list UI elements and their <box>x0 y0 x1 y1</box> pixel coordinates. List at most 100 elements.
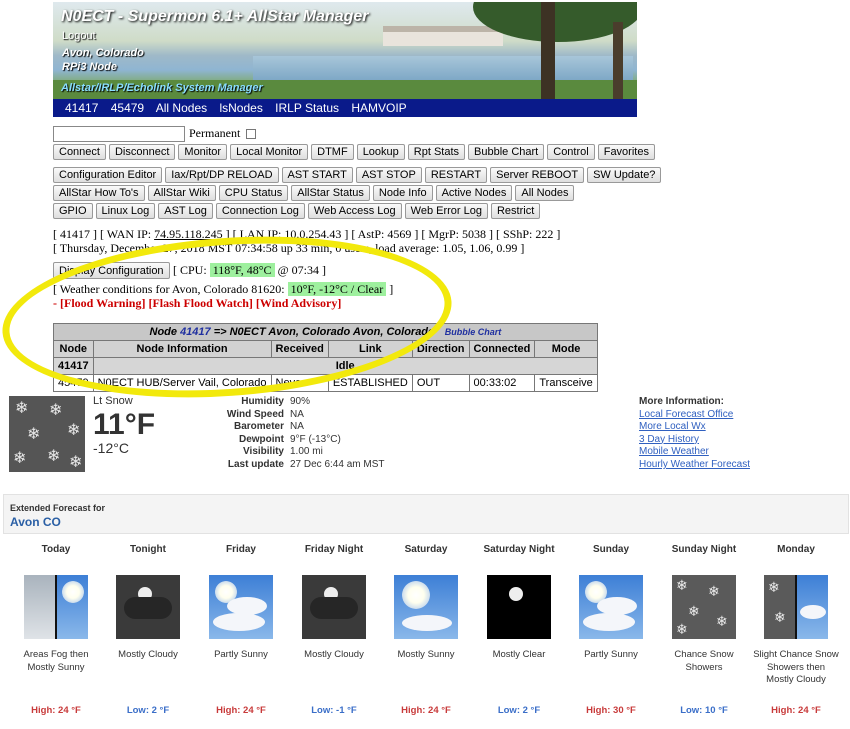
forecast-temperature: High: 24 °F <box>401 705 451 716</box>
node-header-suffix: => N0ECT Avon, Colorado Avon, Colorado <box>210 326 435 338</box>
page-title: N0ECT - Supermon 6.1+ AllStar Manager <box>61 8 369 25</box>
forecast-description: Mostly Sunny <box>397 649 455 660</box>
cpu-label: [ CPU: <box>173 263 210 277</box>
dtmf-button[interactable]: DTMF <box>311 144 354 160</box>
nav-all-nodes[interactable]: All Nodes <box>156 101 207 115</box>
control-button[interactable]: Control <box>547 144 595 160</box>
system-subtitle: Allstar/IRLP/Echolink System Manager <box>61 82 263 94</box>
forecast-description: Partly Sunny <box>214 649 268 660</box>
allstar-status-button[interactable]: AllStar Status <box>291 185 370 201</box>
disconnect-button[interactable]: Disconnect <box>108 144 176 160</box>
forecast-day-name: Saturday <box>404 544 448 555</box>
node-number-input[interactable] <box>53 125 185 142</box>
row-node: 45479 <box>53 374 94 392</box>
visibility-value: 1.00 mi <box>290 446 323 458</box>
forecast-day: Sunday Partly Sunny High: 30 °F <box>567 540 655 716</box>
mobile-weather-link[interactable]: Mobile Weather <box>639 446 750 459</box>
logout-link[interactable]: Logout <box>62 30 96 42</box>
col-node: Node <box>53 340 94 358</box>
forecast-description: Mostly Cloudy <box>304 649 364 660</box>
favorites-button[interactable]: Favorites <box>597 144 655 160</box>
col-mode: Mode <box>534 340 598 358</box>
nav-irlp-status[interactable]: IRLP Status <box>275 101 339 115</box>
3-day-history-link[interactable]: 3 Day History <box>639 434 750 447</box>
all-nodes-button[interactable]: All Nodes <box>515 185 575 201</box>
forecast-temperature: Low: 2 °F <box>126 705 170 716</box>
local-forecast-office-link[interactable]: Local Forecast Office <box>639 409 750 422</box>
forecast-day-name: Sunday Night <box>671 544 737 555</box>
wan-ip-link[interactable]: 74.95.118.245 <box>154 227 223 241</box>
weather-alerts[interactable]: - [Flood Warning] [Flash Flood Watch] [W… <box>53 296 341 311</box>
node-header-link[interactable]: 41417 <box>180 326 211 338</box>
wind-speed-value: NA <box>290 408 304 420</box>
connect-button[interactable]: Connect <box>53 144 106 160</box>
nav-node-41417[interactable]: 41417 <box>65 101 98 115</box>
forecast-day-name: Monday <box>777 544 815 555</box>
sw-update-button[interactable]: SW Update? <box>587 167 662 183</box>
forecast-temperature: Low: 10 °F <box>680 705 728 716</box>
reload-button[interactable]: Iax/Rpt/DP RELOAD <box>165 167 279 183</box>
allstar-wiki-button[interactable]: AllStar Wiki <box>147 185 216 201</box>
web-error-log-button[interactable]: Web Error Log <box>404 203 488 219</box>
node-type-text: RPi3 Node <box>62 61 118 73</box>
forecast-description: Mostly Cloudy <box>118 649 178 660</box>
partly-sunny-icon <box>579 575 643 639</box>
hourly-weather-forecast-link[interactable]: Hourly Weather Forecast <box>639 459 750 472</box>
permanent-checkbox[interactable] <box>246 128 257 139</box>
ast-start-button[interactable]: AST START <box>281 167 353 183</box>
clear-night-icon <box>487 575 551 639</box>
cpu-temp-badge: 118°F, 48°C <box>209 263 275 277</box>
nav-lsnodes[interactable]: lsNodes <box>219 101 262 115</box>
rpt-stats-button[interactable]: Rpt Stats <box>407 144 466 160</box>
extended-forecast-location: Avon CO <box>10 515 61 529</box>
server-reboot-button[interactable]: Server REBOOT <box>490 167 585 183</box>
button-row-2: Configuration Editor Iax/Rpt/DP RELOAD A… <box>53 167 662 183</box>
display-configuration-button[interactable]: Display Configuration <box>53 262 170 279</box>
active-nodes-button[interactable]: Active Nodes <box>435 185 513 201</box>
monitor-button[interactable]: Monitor <box>178 144 228 160</box>
restart-button[interactable]: RESTART <box>424 167 488 183</box>
weather-label: [ Weather conditions for Avon, Colorado … <box>53 282 288 296</box>
last-update-value: 27 Dec 6:44 am MST <box>290 458 385 470</box>
humidity-value: 90% <box>290 396 311 407</box>
current-temp-c: -12°C <box>93 440 129 456</box>
local-monitor-button[interactable]: Local Monitor <box>230 144 309 160</box>
row-received: Never <box>270 374 329 392</box>
forecast-description: Mostly Clear <box>492 649 546 660</box>
forecast-day: Sunday Night ❄ ❄ ❄ ❄ ❄ Chance Snow Showers Low:… <box>660 540 748 716</box>
node-info-button[interactable]: Node Info <box>372 185 433 201</box>
ast-log-button[interactable]: AST Log <box>158 203 213 219</box>
status-rest: ] [ LAN IP: 10.0.254.43 ] [ AstP: 4569 ]… <box>222 227 561 241</box>
forecast-day: Friday Night Mostly Cloudy Low: -1 °F <box>290 540 378 716</box>
ast-stop-button[interactable]: AST STOP <box>355 167 422 183</box>
forecast-description: Areas Fog then Mostly Sunny <box>23 649 89 673</box>
bubble-chart-link[interactable]: Bubble Chart <box>445 327 502 337</box>
forecast-temperature: High: 24 °F <box>31 705 81 716</box>
forecast-day-name: Sunday <box>592 544 630 555</box>
cpu-status-button[interactable]: CPU Status <box>218 185 289 201</box>
connection-log-button[interactable]: Connection Log <box>215 203 305 219</box>
more-information: More Information: Local Forecast Office … <box>639 396 750 472</box>
forecast-description: Partly Sunny <box>584 649 638 660</box>
gpio-button[interactable]: GPIO <box>53 203 93 219</box>
barometer-label: Barometer <box>233 421 284 433</box>
button-row-3: AllStar How To's AllStar Wiki CPU Status… <box>53 185 575 201</box>
restrict-button[interactable]: Restrict <box>490 203 541 219</box>
configuration-editor-button[interactable]: Configuration Editor <box>53 167 163 183</box>
more-local-wx-link[interactable]: More Local Wx <box>639 421 750 434</box>
nav-hamvoip[interactable]: HAMVOIP <box>351 101 406 115</box>
table-row[interactable]: 45479 N0ECT HUB/Server Vail, Colorado Ne… <box>53 374 598 392</box>
bubble-chart-button[interactable]: Bubble Chart <box>468 144 545 160</box>
forecast-temperature: High: 30 °F <box>586 705 636 716</box>
nav-node-45479[interactable]: 45479 <box>111 101 144 115</box>
uptime-line: [ Thursday, December 27, 2018 MST 07:34:… <box>53 241 525 255</box>
allstar-how-tos-button[interactable]: AllStar How To's <box>53 185 145 201</box>
forecast-temperature: Low: -1 °F <box>311 705 357 716</box>
row-direction: OUT <box>411 374 470 392</box>
node-table-header: Node 41417 => N0ECT Avon, Colorado Avon,… <box>53 323 598 341</box>
current-weather-panel: ❄ ❄ ❄ ❄ ❄ ❄ ❄ Lt Snow 11°F -12°C Humidity 90% … <box>0 392 850 488</box>
web-access-log-button[interactable]: Web Access Log <box>307 203 402 219</box>
lookup-button[interactable]: Lookup <box>356 144 405 160</box>
linux-log-button[interactable]: Linux Log <box>95 203 156 219</box>
forecast-day-name: Friday Night <box>304 544 364 555</box>
